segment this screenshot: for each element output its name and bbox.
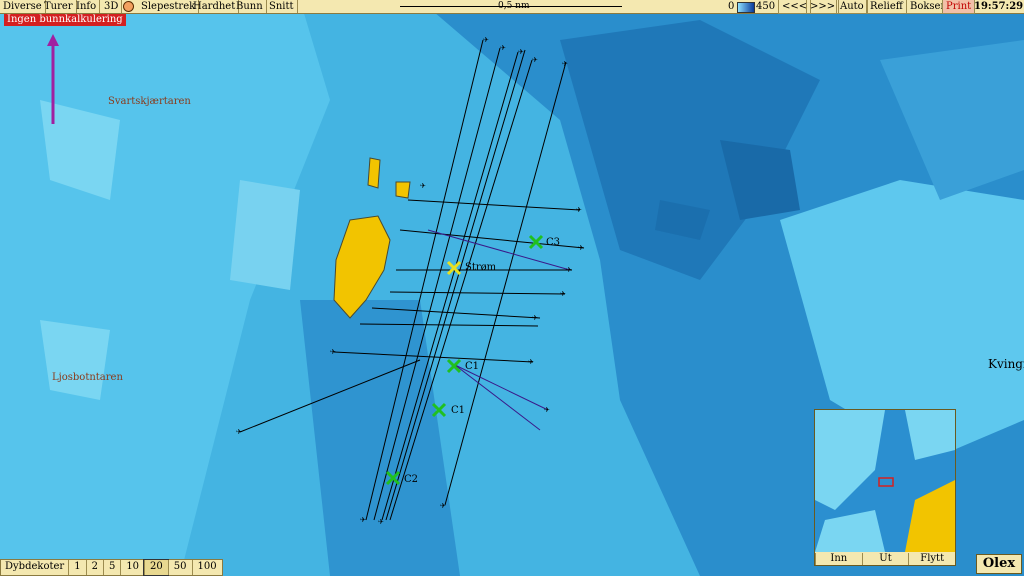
svg-text:✈: ✈ [360, 516, 366, 524]
contour-option-5[interactable]: 5 [102, 560, 120, 575]
menu-hardhet[interactable]: Hardhet [190, 0, 240, 13]
place-label-ljosbotntaren: Ljosbotntaren [52, 372, 123, 383]
contour-option-10[interactable]: 10 [120, 560, 144, 575]
svg-text:✈: ✈ [330, 348, 336, 356]
svg-text:✈: ✈ [236, 428, 242, 436]
zoom-out-button[interactable]: Ut [861, 553, 909, 565]
island-north [367, 157, 381, 189]
forward-button[interactable]: >>> [806, 0, 840, 14]
depth-contour-label: Dybdekoter [5, 561, 65, 572]
marker-label-c1: C1 [465, 361, 480, 372]
place-label-svartskjaertaren: Svartskjærtaren [108, 96, 191, 107]
clock: 19:57:29 [974, 1, 1024, 12]
marker-label-c2: C2 [404, 474, 419, 485]
place-label-kvingr: Kvingr [988, 357, 1024, 371]
minimap-controls: Inn Ut Flytt [815, 553, 955, 565]
island-small [395, 181, 411, 199]
marker-label-strom: Strøm [465, 262, 497, 273]
contour-option-2[interactable]: 2 [85, 560, 103, 575]
depth-gradient [737, 2, 755, 13]
svg-text:✈: ✈ [578, 244, 584, 252]
contour-option-100[interactable]: 100 [191, 560, 222, 575]
depth-contour-bar: Dybdekoter 1 2 5 10 20 50 100 [0, 559, 223, 576]
svg-text:✈: ✈ [440, 502, 446, 510]
svg-text:✈: ✈ [378, 518, 384, 526]
print-button[interactable]: Print [942, 0, 976, 14]
compass-icon[interactable] [123, 1, 134, 12]
contour-option-50[interactable]: 50 [167, 560, 192, 575]
svg-text:✈: ✈ [576, 206, 582, 214]
menu-turer[interactable]: Turer [41, 0, 77, 13]
svg-text:✈: ✈ [562, 60, 568, 68]
auto-button[interactable]: Auto [836, 0, 868, 14]
svg-text:✈: ✈ [500, 44, 506, 52]
menu-3d[interactable]: 3D [101, 0, 123, 13]
top-toolbar: Diverse Turer Info 3D Slepestrek Hardhet… [0, 0, 1024, 14]
svg-text:✈: ✈ [566, 266, 572, 274]
svg-text:✈: ✈ [518, 48, 524, 56]
menu-bunn[interactable]: Bunn [233, 0, 267, 13]
svg-text:✈: ✈ [420, 182, 426, 190]
svg-text:✈: ✈ [532, 56, 538, 64]
olex-logo-button[interactable]: Olex [976, 554, 1022, 574]
contour-option-20[interactable]: 20 [143, 559, 169, 576]
scale-label: 0,5 nm [498, 1, 530, 11]
marker-label-c1-second: C1 [451, 405, 466, 416]
warning-badge: Ingen bunnkalkulering [4, 14, 126, 26]
contour-option-1[interactable]: 1 [68, 560, 85, 575]
svg-text:✈: ✈ [560, 290, 566, 298]
marker-label-c3: C3 [546, 237, 561, 248]
depth-max: 450 [756, 1, 776, 12]
minimap-chart[interactable] [815, 410, 955, 552]
zoom-in-button[interactable]: Inn [815, 553, 862, 565]
relieff-button[interactable]: Relieff [866, 0, 907, 14]
menu-snitt[interactable]: Snitt [266, 0, 298, 13]
svg-text:✈: ✈ [532, 314, 538, 322]
overview-minimap[interactable]: Inn Ut Flytt [814, 409, 956, 566]
menu-info[interactable]: Info [73, 0, 101, 13]
move-button[interactable]: Flytt [908, 553, 955, 565]
svg-text:✈: ✈ [528, 358, 534, 366]
svg-text:✈: ✈ [483, 36, 489, 44]
svg-text:✈: ✈ [544, 406, 550, 414]
depth-min: 0 [728, 1, 735, 12]
menu-diverse[interactable]: Diverse [0, 0, 46, 13]
